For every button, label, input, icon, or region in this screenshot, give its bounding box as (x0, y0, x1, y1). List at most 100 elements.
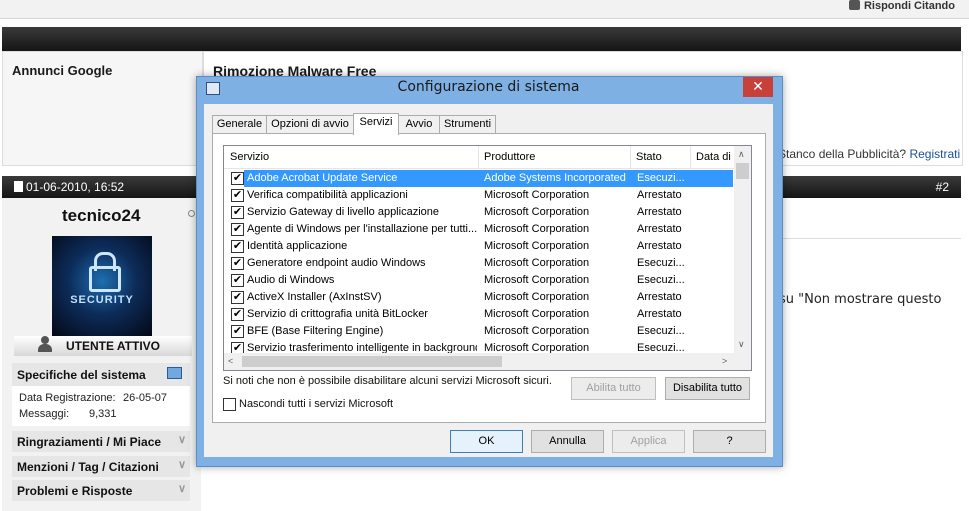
service-maker: Microsoft Corporation (484, 308, 590, 320)
service-maker: Microsoft Corporation (484, 223, 590, 235)
service-name: ActiveX Installer (AxInstSV) (247, 291, 382, 303)
register-link[interactable]: Registrati (909, 147, 960, 161)
service-name: Servizio Gateway di livello applicazione (247, 206, 439, 218)
chevron-down-icon: ∨ (177, 434, 186, 446)
service-name: Identità applicazione (247, 240, 348, 252)
reg-label: Data Registrazione: (19, 392, 116, 404)
hide-ms-checkbox[interactable] (223, 398, 236, 411)
service-state: Esecuzi... (637, 274, 685, 286)
service-state: Arrestato (637, 206, 682, 218)
table-row[interactable]: ✔ Agente di Windows per l'installazione p… (224, 221, 734, 238)
service-name: Adobe Acrobat Update Service (247, 172, 398, 184)
hide-ms-label[interactable]: Nascondi tutti i servizi Microsoft (239, 398, 393, 410)
avatar[interactable]: SECURITY (52, 236, 152, 336)
top-bar (0, 0, 969, 19)
service-maker: Microsoft Corporation (484, 274, 590, 286)
apply-button[interactable]: Applica (612, 430, 685, 453)
service-state: Esecuzi... (637, 172, 685, 184)
horizontal-scrollbar[interactable]: < > (224, 353, 734, 370)
service-state: Arrestato (637, 240, 682, 252)
service-maker: Microsoft Corporation (484, 240, 590, 252)
close-button[interactable]: ✕ (743, 77, 773, 97)
column-stato[interactable]: Stato (636, 151, 662, 163)
service-checkbox[interactable]: ✔ (231, 291, 244, 304)
reg-value: 26-05-07 (123, 392, 168, 404)
service-state: Esecuzi... (637, 325, 685, 337)
service-name: Agente di Windows per l'installazione pe… (247, 223, 477, 235)
list-header: Servizio Produttore Stato Data di (224, 146, 734, 169)
window-title: Configurazione di sistema (397, 79, 580, 95)
quote-icon (848, 0, 860, 10)
service-state: Arrestato (637, 291, 682, 303)
msgs-value: 9,331 (89, 408, 117, 420)
service-maker: Microsoft Corporation (484, 325, 590, 337)
column-produttore[interactable]: Produttore (484, 151, 535, 163)
table-row[interactable]: ✔ Verifica compatibilità applicazioni Micr… (224, 187, 734, 204)
cancel-button[interactable]: Annulla (531, 430, 604, 453)
services-list[interactable]: Servizio Produttore Stato Data di ✔ Adobe… (223, 145, 752, 371)
service-checkbox[interactable]: ✔ (231, 257, 244, 270)
service-checkbox[interactable]: ✔ (231, 223, 244, 236)
monitor-icon (167, 367, 182, 379)
user-status: UTENTE ATTIVO (66, 339, 160, 353)
service-name: BFE (Base Filtering Engine) (247, 325, 384, 337)
enable-all-button[interactable]: Abilita tutto (571, 377, 656, 400)
vertical-scrollbar[interactable]: ∧ ∨ (734, 146, 751, 353)
table-row[interactable]: ✔ Generatore endpoint audio Windows Micros… (224, 255, 734, 272)
help-button[interactable]: ? (693, 430, 766, 453)
scroll-thumb[interactable] (242, 356, 502, 367)
service-checkbox[interactable]: ✔ (231, 240, 244, 253)
service-checkbox[interactable]: ✔ (231, 274, 244, 287)
ad-tail: Stanco della Pubblicità? Registrati (778, 147, 961, 161)
mentions-toggle[interactable]: Menzioni / Tag / Citazioni ∨ (12, 456, 190, 477)
user-icon (38, 336, 52, 352)
table-row[interactable]: ✔ Audio di Windows Microsoft Corporation Es… (224, 272, 734, 289)
tab-opzioni-di-avvio[interactable]: Opzioni di avvio (266, 115, 354, 134)
service-name: Verifica compatibilità applicazioni (247, 189, 408, 201)
divider (777, 238, 961, 239)
post-number-link[interactable]: #2 (936, 180, 949, 194)
scroll-thumb[interactable] (736, 163, 749, 179)
problems-toggle[interactable]: Problemi e Risposte ∨ (12, 480, 190, 501)
tab-avvio[interactable]: Avvio (398, 115, 440, 134)
status-dot-icon (188, 210, 195, 217)
table-row[interactable]: ✔ Servizio Gateway di livello applicazion… (224, 204, 734, 221)
column-data[interactable]: Data di (696, 151, 731, 163)
service-checkbox[interactable]: ✔ (231, 206, 244, 219)
service-name: Servizio di crittografia unità BitLocker (247, 308, 428, 320)
table-row[interactable]: ✔ Identità applicazione Microsoft Corporat… (224, 238, 734, 255)
avatar-text: SECURITY (70, 294, 134, 306)
chevron-down-icon: ∨ (177, 483, 186, 495)
column-servizio[interactable]: Servizio (230, 151, 269, 163)
service-state: Arrestato (637, 189, 682, 201)
disable-all-button[interactable]: Disabilita tutto (665, 377, 750, 400)
chevron-down-icon: ∨ (177, 459, 186, 471)
table-row[interactable]: ✔ Servizio di crittografia unità BitLocke… (224, 306, 734, 323)
username[interactable]: tecnico24 (62, 206, 140, 226)
thanks-toggle[interactable]: Ringraziamenti / Mi Piace ∨ (12, 431, 190, 452)
tab-servizi[interactable]: Servizi (353, 113, 399, 135)
service-maker: Microsoft Corporation (484, 257, 590, 269)
service-checkbox[interactable]: ✔ (231, 172, 244, 185)
table-row[interactable]: ✔ ActiveX Installer (AxInstSV) Microsoft C… (224, 289, 734, 306)
system-specs-toggle[interactable]: Specifiche del sistema (12, 363, 190, 386)
document-icon (14, 181, 23, 192)
service-checkbox[interactable]: ✔ (231, 189, 244, 202)
service-name: Generatore endpoint audio Windows (247, 257, 426, 269)
service-name: Audio di Windows (247, 274, 335, 286)
lock-icon (89, 266, 121, 292)
post-date: 01-06-2010, 16:52 (14, 180, 124, 194)
service-checkbox[interactable]: ✔ (231, 308, 244, 321)
post-text: su "Non mostrare questo (779, 292, 942, 307)
reply-quote-button[interactable]: Rispondi Citando (848, 0, 955, 13)
tab-generale[interactable]: Generale (212, 115, 267, 134)
table-row[interactable]: ✔ BFE (Base Filtering Engine) Microsoft Co… (224, 323, 734, 340)
msgs-label: Messaggi: (19, 408, 70, 420)
ok-button[interactable]: OK (450, 430, 523, 453)
tab-strumenti[interactable]: Strumenti (439, 115, 496, 134)
ad-label: Annunci Google (12, 63, 113, 78)
service-checkbox[interactable]: ✔ (231, 325, 244, 338)
service-maker: Microsoft Corporation (484, 206, 590, 218)
table-row[interactable]: ✔ Adobe Acrobat Update Service Adobe Syste… (224, 170, 734, 187)
service-state: Arrestato (637, 308, 682, 320)
